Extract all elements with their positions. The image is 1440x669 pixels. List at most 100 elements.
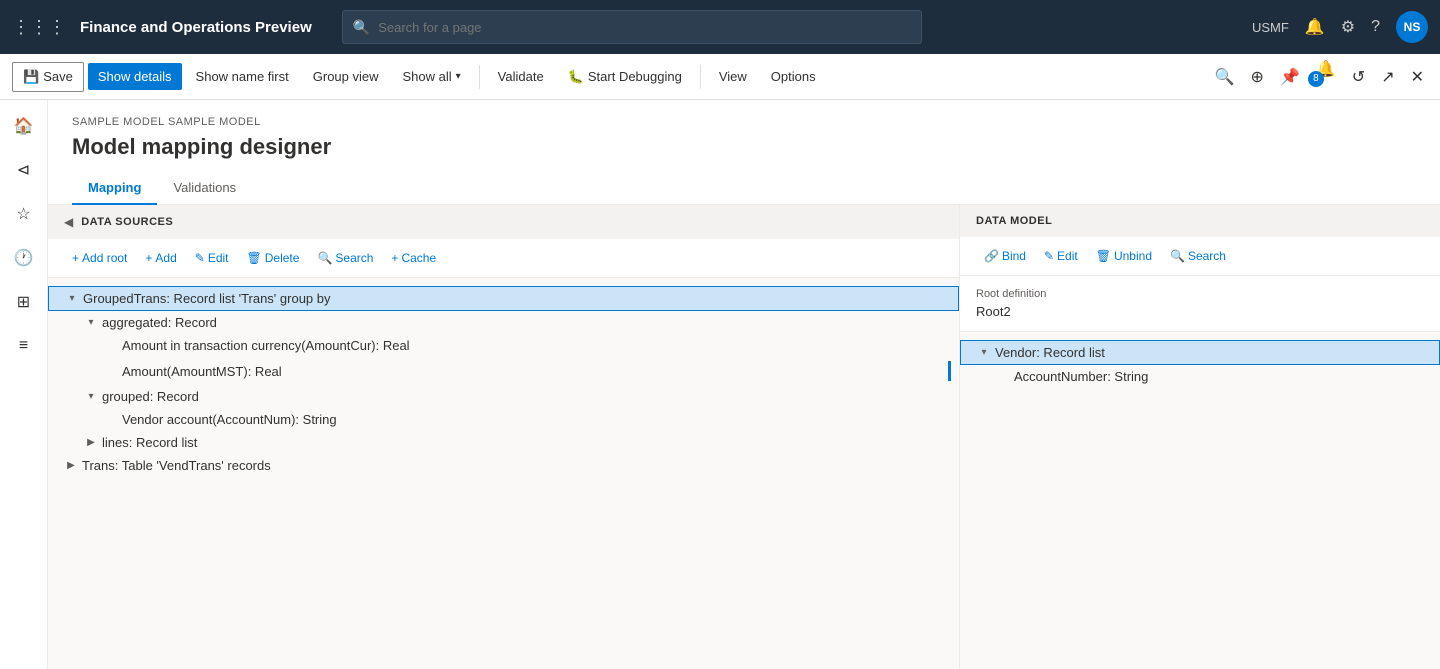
debug-icon: 🐛 bbox=[568, 69, 584, 85]
sidebar-item-home[interactable]: 🏠 bbox=[6, 108, 42, 144]
search-button[interactable]: 🔍 Search bbox=[309, 247, 381, 269]
data-panel: ◀ DATA SOURCES + Add root + Add ✎ Edit bbox=[48, 205, 1440, 669]
sidebar-item-recent[interactable]: 🕐 bbox=[6, 240, 42, 276]
close-icon[interactable]: ✕ bbox=[1407, 63, 1428, 91]
search-model-button[interactable]: 🔍 Search bbox=[1162, 245, 1234, 267]
crosshair-icon[interactable]: ⊕ bbox=[1247, 63, 1268, 91]
edit-model-icon: ✎ bbox=[1044, 249, 1054, 263]
tree-item-vendor-account[interactable]: Vendor account(AccountNum): String bbox=[48, 408, 959, 431]
tab-validations[interactable]: Validations bbox=[157, 172, 252, 205]
search-model-icon: 🔍 bbox=[1170, 249, 1185, 263]
data-model-tree: ▾ Vendor: Record list AccountNumber: Str… bbox=[960, 332, 1440, 669]
separator-1 bbox=[479, 65, 480, 89]
main-layout: 🏠 ⊲ ☆ 🕐 ⊞ ≡ SAMPLE MODEL SAMPLE MODEL Mo… bbox=[0, 100, 1440, 669]
expand-icon: ▶ bbox=[64, 460, 78, 471]
sidebar-item-filter[interactable]: ⊲ bbox=[6, 152, 42, 188]
unbind-icon: 🗑 bbox=[1096, 249, 1111, 263]
user-label: USMF bbox=[1252, 20, 1289, 35]
nav-right: USMF 🔔 ⚙ ? NS bbox=[1252, 11, 1428, 43]
delete-button[interactable]: 🗑 Delete bbox=[239, 247, 308, 269]
root-def-label: Root definition bbox=[976, 288, 1424, 300]
chevron-down-icon: ▾ bbox=[456, 71, 461, 82]
validate-button[interactable]: Validate bbox=[488, 63, 554, 90]
notification-badge: 8 bbox=[1308, 71, 1324, 87]
tree-item-grouped-trans[interactable]: ▾ GroupedTrans: Record list 'Trans' grou… bbox=[48, 286, 959, 311]
show-details-button[interactable]: Show details bbox=[88, 63, 182, 90]
search-icon: 🔍 bbox=[353, 19, 370, 36]
breadcrumb: SAMPLE MODEL SAMPLE MODEL bbox=[72, 116, 1416, 128]
left-sidebar: 🏠 ⊲ ☆ 🕐 ⊞ ≡ bbox=[0, 100, 48, 669]
toolbar-right: 🔍 ⊕ 📌 🔔8 ↺ ↗ ✕ bbox=[1211, 55, 1428, 99]
bind-icon: 🔗 bbox=[984, 249, 999, 263]
add-icon: + bbox=[145, 251, 152, 265]
page-header: SAMPLE MODEL SAMPLE MODEL Model mapping … bbox=[48, 100, 1440, 205]
data-sources-toolbar: + Add root + Add ✎ Edit 🗑 Delete bbox=[48, 239, 959, 278]
data-model-panel: DATA MODEL 🔗 Bind ✎ Edit 🗑 Unbind bbox=[960, 205, 1440, 669]
group-view-button[interactable]: Group view bbox=[303, 63, 389, 90]
open-icon[interactable]: ↗ bbox=[1377, 63, 1398, 91]
edit-button[interactable]: ✎ Edit bbox=[187, 247, 237, 269]
options-button[interactable]: Options bbox=[761, 63, 826, 90]
search-bar[interactable]: 🔍 bbox=[342, 10, 922, 44]
model-item-vendor[interactable]: ▾ Vendor: Record list bbox=[960, 340, 1440, 365]
edit-icon: ✎ bbox=[195, 251, 205, 265]
settings-icon[interactable]: ⚙ bbox=[1341, 17, 1355, 37]
add-button[interactable]: + Add bbox=[137, 247, 184, 269]
expand-icon: ▾ bbox=[65, 293, 79, 304]
tree-item-trans[interactable]: ▶ Trans: Table 'VendTrans' records bbox=[48, 454, 959, 477]
notifications-icon[interactable]: 🔔8 bbox=[1312, 55, 1340, 99]
tabs: Mapping Validations bbox=[72, 172, 1416, 204]
add-root-icon: + bbox=[72, 251, 79, 265]
save-icon: 💾 bbox=[23, 69, 39, 85]
expand-icon: ▾ bbox=[84, 391, 98, 402]
view-button[interactable]: View bbox=[709, 63, 757, 90]
unbind-button[interactable]: 🗑 Unbind bbox=[1088, 245, 1160, 267]
show-all-button[interactable]: Show all ▾ bbox=[393, 63, 471, 90]
cache-icon: + bbox=[391, 251, 398, 265]
expand-icon: ▾ bbox=[84, 317, 98, 328]
search-input[interactable] bbox=[378, 20, 911, 35]
data-sources-panel: ◀ DATA SOURCES + Add root + Add ✎ Edit bbox=[48, 205, 960, 669]
grid-icon[interactable]: ⋮⋮⋮ bbox=[12, 17, 66, 38]
root-def-value: Root2 bbox=[976, 304, 1424, 319]
binding-indicator bbox=[948, 361, 951, 381]
panel-collapse-btn[interactable]: ◀ bbox=[64, 215, 73, 229]
show-name-button[interactable]: Show name first bbox=[186, 63, 299, 90]
avatar[interactable]: NS bbox=[1396, 11, 1428, 43]
help-icon[interactable]: ? bbox=[1371, 18, 1380, 36]
model-item-account-number[interactable]: AccountNumber: String bbox=[960, 365, 1440, 388]
page-title: Model mapping designer bbox=[72, 134, 1416, 160]
sidebar-item-workspaces[interactable]: ⊞ bbox=[6, 284, 42, 320]
start-debugging-button[interactable]: 🐛 Start Debugging bbox=[558, 63, 692, 91]
separator-2 bbox=[700, 65, 701, 89]
tab-mapping[interactable]: Mapping bbox=[72, 172, 157, 205]
pin-icon[interactable]: 📌 bbox=[1276, 63, 1304, 91]
search-ds-icon: 🔍 bbox=[317, 251, 332, 265]
data-sources-tree: ▾ GroupedTrans: Record list 'Trans' grou… bbox=[48, 278, 959, 669]
tree-item-aggregated[interactable]: ▾ aggregated: Record bbox=[48, 311, 959, 334]
edit-model-button[interactable]: ✎ Edit bbox=[1036, 245, 1086, 267]
cache-button[interactable]: + Cache bbox=[383, 247, 444, 269]
tree-item-grouped[interactable]: ▾ grouped: Record bbox=[48, 385, 959, 408]
tree-item-amount-cur[interactable]: Amount in transaction currency(AmountCur… bbox=[48, 334, 959, 357]
toolbar: 💾 Save Show details Show name first Grou… bbox=[0, 54, 1440, 100]
expand-icon: ▶ bbox=[84, 437, 98, 448]
sidebar-item-modules[interactable]: ≡ bbox=[6, 328, 42, 364]
data-model-header: DATA MODEL bbox=[960, 205, 1440, 237]
tree-item-amount-mst[interactable]: Amount(AmountMST): Real bbox=[48, 357, 959, 385]
delete-icon: 🗑 bbox=[247, 251, 262, 265]
root-definition: Root definition Root2 bbox=[960, 276, 1440, 332]
add-root-button[interactable]: + Add root bbox=[64, 247, 135, 269]
data-sources-header: ◀ DATA SOURCES bbox=[48, 205, 959, 239]
tree-item-lines[interactable]: ▶ lines: Record list bbox=[48, 431, 959, 454]
app-title: Finance and Operations Preview bbox=[80, 19, 312, 36]
save-button[interactable]: 💾 Save bbox=[12, 62, 84, 92]
content-area: SAMPLE MODEL SAMPLE MODEL Model mapping … bbox=[48, 100, 1440, 669]
search-toolbar-icon[interactable]: 🔍 bbox=[1211, 63, 1239, 91]
data-model-toolbar: 🔗 Bind ✎ Edit 🗑 Unbind 🔍 Search bbox=[960, 237, 1440, 276]
bind-button[interactable]: 🔗 Bind bbox=[976, 245, 1034, 267]
sidebar-item-favorites[interactable]: ☆ bbox=[6, 196, 42, 232]
refresh-icon[interactable]: ↺ bbox=[1348, 63, 1369, 91]
expand-icon: ▾ bbox=[977, 347, 991, 358]
bell-icon[interactable]: 🔔 bbox=[1305, 17, 1325, 37]
